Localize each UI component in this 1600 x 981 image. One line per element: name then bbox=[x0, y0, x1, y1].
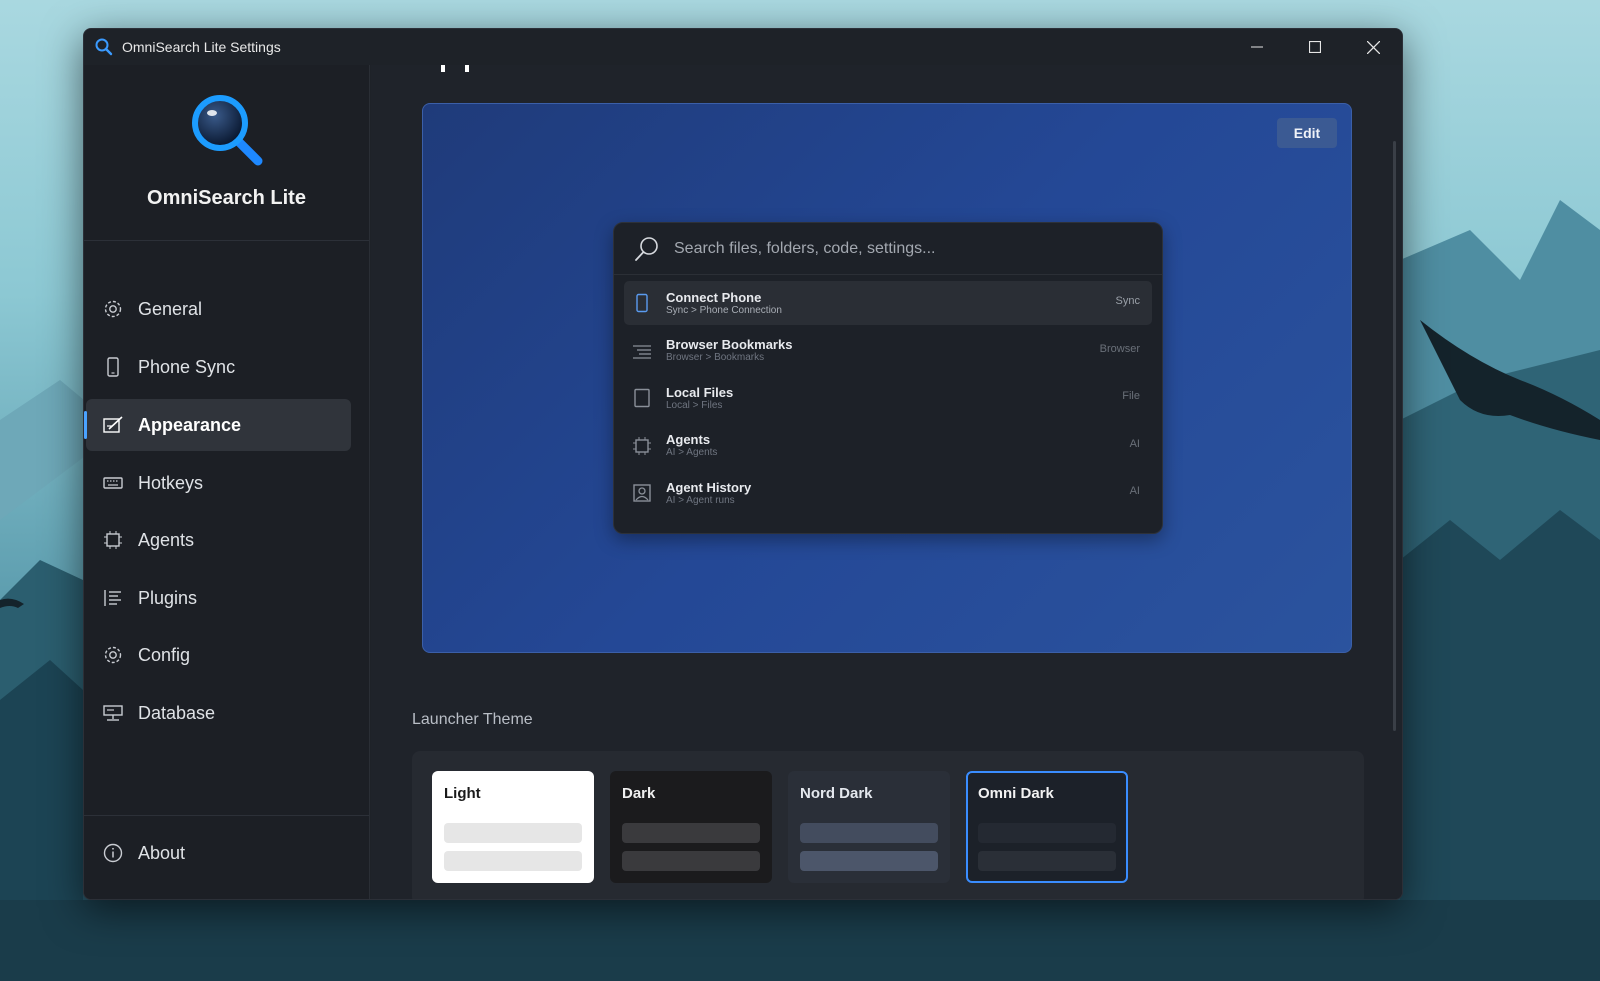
content-scrollbar[interactable] bbox=[1393, 141, 1396, 731]
sidebar-item-hotkeys[interactable]: Hotkeys bbox=[86, 457, 351, 509]
database-icon bbox=[102, 702, 124, 724]
file-icon bbox=[632, 388, 652, 408]
result-item[interactable]: Agents AI > Agents AI bbox=[624, 424, 1152, 468]
sidebar-item-phone-sync[interactable]: Phone Sync bbox=[86, 341, 351, 393]
launcher-mock: Search files, folders, code, settings...… bbox=[613, 222, 1163, 534]
sidebar-item-label: Hotkeys bbox=[138, 472, 204, 493]
sidebar-item-label: Database bbox=[138, 702, 216, 723]
settings-window: OmniSearch Lite Settings OmniSearch Lite… bbox=[83, 28, 1403, 900]
sidebar-item-about[interactable]: About bbox=[86, 827, 351, 879]
result-title: Connect Phone bbox=[666, 289, 762, 305]
sidebar-item-agents[interactable]: Agents bbox=[86, 514, 351, 566]
sidebar-item-general[interactable]: General bbox=[86, 283, 351, 335]
title-bar[interactable]: OmniSearch Lite Settings bbox=[84, 29, 1402, 65]
launcher-results: Connect Phone Sync > Phone Connection Sy… bbox=[624, 281, 1152, 519]
sidebar-item-label: General bbox=[138, 298, 203, 319]
theme-picker: Light Dark Nord Dark Omni Dark bbox=[412, 751, 1364, 899]
result-subtitle: AI > Agents bbox=[666, 447, 718, 458]
minimize-button[interactable] bbox=[1228, 29, 1286, 65]
result-title: Browser Bookmarks bbox=[666, 337, 793, 352]
gear-icon bbox=[102, 298, 124, 320]
sidebar-item-label: Plugins bbox=[138, 587, 198, 608]
sidebar-item-label: Config bbox=[138, 644, 191, 665]
theme-name: Omni Dark bbox=[978, 785, 1054, 802]
brand-name: OmniSearch Lite bbox=[147, 187, 306, 209]
maximize-button[interactable] bbox=[1286, 29, 1344, 65]
keyboard-icon bbox=[102, 472, 124, 494]
launcher-search-row[interactable]: Search files, folders, code, settings... bbox=[614, 223, 1162, 275]
theme-preview-bar bbox=[800, 851, 938, 871]
close-icon bbox=[1366, 40, 1380, 54]
theme-card-nord-dark[interactable]: Nord Dark bbox=[788, 771, 950, 883]
magnifier-logo-icon bbox=[192, 95, 263, 166]
gear-icon bbox=[102, 644, 124, 666]
result-tag: Sync bbox=[1115, 295, 1140, 307]
sidebar-divider bbox=[84, 815, 369, 816]
launcher-theme-label: Launcher Theme bbox=[412, 711, 533, 728]
phone-icon bbox=[102, 356, 124, 378]
theme-card-omni-dark[interactable]: Omni Dark bbox=[966, 771, 1128, 883]
result-tag: AI bbox=[1129, 437, 1140, 450]
result-title: Agents bbox=[666, 432, 711, 447]
list-icon bbox=[102, 587, 124, 609]
window-title: OmniSearch Lite Settings bbox=[122, 39, 281, 55]
sidebar-item-label: Appearance bbox=[138, 414, 242, 435]
search-icon bbox=[635, 236, 658, 261]
theme-preview-bar bbox=[978, 823, 1116, 843]
result-subtitle: Sync > Phone Connection bbox=[666, 304, 782, 316]
theme-card-light[interactable]: Light bbox=[432, 771, 594, 883]
sidebar-item-label: About bbox=[138, 842, 186, 863]
theme-preview-bar bbox=[978, 851, 1116, 871]
result-item[interactable]: Browser Bookmarks Browser > Bookmarks Br… bbox=[624, 329, 1152, 373]
maximize-icon bbox=[1309, 41, 1321, 53]
launcher-preview: Edit Search files, folders, code, settin… bbox=[422, 103, 1352, 653]
launcher-search-placeholder: Search files, folders, code, settings... bbox=[674, 239, 936, 257]
chip-icon bbox=[102, 529, 124, 551]
chip-icon bbox=[632, 436, 652, 456]
theme-preview-bar bbox=[444, 823, 582, 843]
sidebar: OmniSearch Lite General Phone Sync Appea… bbox=[84, 65, 370, 899]
sidebar-item-label: Phone Sync bbox=[138, 356, 236, 377]
minimize-icon bbox=[1251, 46, 1263, 48]
info-icon bbox=[102, 842, 124, 864]
appearance-page: Edit Search files, folders, code, settin… bbox=[371, 65, 1402, 899]
theme-preview-bar bbox=[444, 851, 582, 871]
result-title: Agent History bbox=[666, 479, 752, 495]
phone-icon bbox=[632, 293, 652, 313]
result-tag: File bbox=[1122, 390, 1140, 402]
sidebar-item-database[interactable]: Database bbox=[86, 687, 351, 739]
cropped-heading-marks bbox=[441, 65, 469, 72]
result-item[interactable]: Agent History AI > Agent runs AI bbox=[624, 471, 1152, 515]
sidebar-item-config[interactable]: Config bbox=[86, 629, 351, 681]
theme-name: Dark bbox=[622, 785, 656, 802]
result-tag: Browser bbox=[1099, 342, 1140, 355]
result-item[interactable]: Connect Phone Sync > Phone Connection Sy… bbox=[624, 281, 1152, 325]
edit-button[interactable]: Edit bbox=[1277, 118, 1337, 148]
result-subtitle: AI > Agent runs bbox=[666, 494, 735, 506]
result-item[interactable]: Local Files Local > Files File bbox=[624, 376, 1152, 420]
result-subtitle: Local > Files bbox=[666, 399, 723, 411]
bookmarks-icon bbox=[632, 341, 652, 361]
theme-preview-bar bbox=[800, 823, 938, 843]
sidebar-item-plugins[interactable]: Plugins bbox=[86, 572, 351, 624]
sidebar-item-label: Agents bbox=[138, 529, 195, 550]
theme-name: Nord Dark bbox=[800, 785, 873, 802]
theme-preview-bar bbox=[622, 851, 760, 871]
result-title: Local Files bbox=[666, 384, 734, 400]
close-button[interactable] bbox=[1344, 29, 1402, 65]
theme-name: Light bbox=[444, 785, 481, 802]
sidebar-item-appearance[interactable]: Appearance bbox=[84, 399, 351, 451]
result-subtitle: Browser > Bookmarks bbox=[666, 352, 765, 363]
result-tag: AI bbox=[1129, 485, 1140, 497]
search-app-icon bbox=[95, 38, 113, 56]
theme-preview-bar bbox=[622, 823, 760, 843]
brand-header: OmniSearch Lite bbox=[84, 65, 369, 241]
paint-icon bbox=[102, 414, 124, 436]
theme-card-dark[interactable]: Dark bbox=[610, 771, 772, 883]
history-icon bbox=[632, 483, 652, 503]
